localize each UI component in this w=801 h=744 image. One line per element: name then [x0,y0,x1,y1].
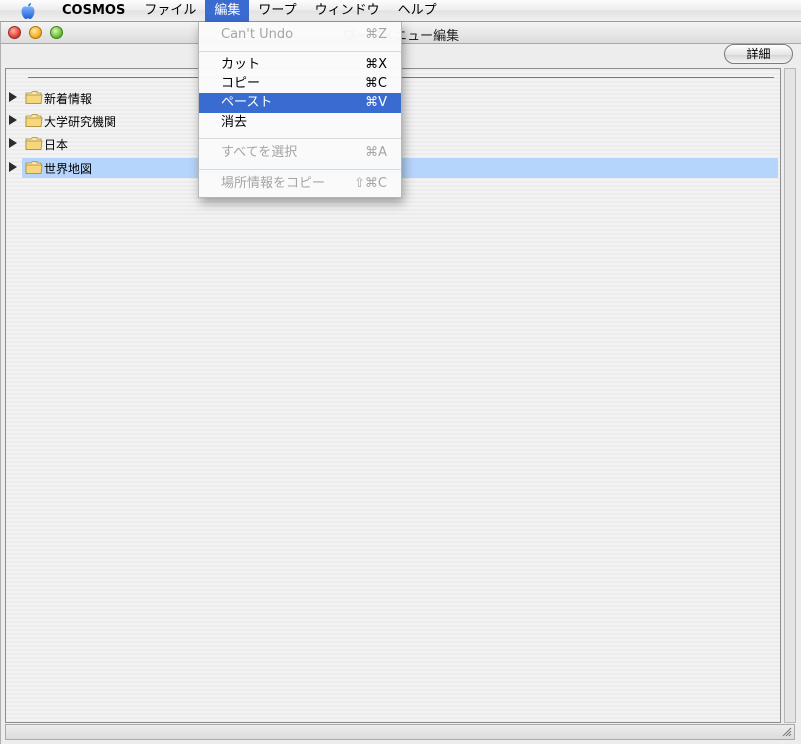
folder-icon [25,114,43,127]
menu-item-shortcut: ⌘A [365,145,387,160]
vertical-scrollbar[interactable] [784,68,796,723]
folder-icon [25,137,43,150]
menu-item-label: すべてを選択 [221,145,298,160]
horizontal-scrollbar[interactable] [5,724,795,740]
menu-file[interactable]: ファイル [135,0,205,22]
menu-item-label: Can't Undo [221,27,294,42]
menu-item-copy[interactable]: コピー ⌘C [199,74,401,94]
disclosure-triangle-icon[interactable] [9,115,17,125]
menu-item-shortcut: ⌘C [364,76,387,91]
tree-item-label: 日本 [44,138,69,152]
edit-menu-dropdown: Can't Undo ⌘Z カット ⌘X コピー ⌘C ペースト ⌘V 消去 す… [198,22,402,198]
menu-bar: COSMOS ファイル 編集 ワープ ウィンドウ ヘルプ [0,0,801,22]
menu-item-label: 消去 [221,115,248,130]
menu-warp[interactable]: ワープ [249,0,305,22]
menu-item-label: ペースト [221,95,273,110]
menu-item-label: コピー [221,76,261,91]
folder-icon [25,161,43,174]
menu-separator [199,169,401,170]
detail-button[interactable]: 詳細 [724,44,793,64]
menu-item-clear[interactable]: 消去 [199,113,401,133]
menu-help[interactable]: ヘルプ [389,0,446,22]
menu-item-label: 場所情報をコピー [221,176,326,191]
menu-window[interactable]: ウィンドウ [306,0,389,22]
menu-item-shortcut: ⌘Z [365,27,387,42]
disclosure-triangle-icon[interactable] [9,138,17,148]
folder-icon [25,91,43,104]
tree-item-label: 新着情報 [44,92,93,106]
menu-item-shortcut: ⌘V [365,95,387,110]
menu-item-shortcut: ⇧⌘C [354,176,387,191]
menu-item-shortcut: ⌘X [365,57,387,72]
disclosure-triangle-icon[interactable] [9,162,17,172]
menu-item-undo[interactable]: Can't Undo ⌘Z [199,25,401,45]
menu-item-paste[interactable]: ペースト ⌘V [199,93,401,113]
menu-item-cut[interactable]: カット ⌘X [199,55,401,75]
menu-edit[interactable]: 編集 [205,0,250,22]
resize-grip-icon[interactable] [780,725,792,737]
apple-icon[interactable] [18,1,38,21]
menu-app-name[interactable]: COSMOS [52,0,135,22]
tree-item-label: 世界地図 [44,162,93,176]
disclosure-triangle-icon[interactable] [9,92,17,102]
menu-item-select-all[interactable]: すべてを選択 ⌘A [199,143,401,163]
menu-item-copy-location[interactable]: 場所情報をコピー ⇧⌘C [199,174,401,194]
menu-separator [199,138,401,139]
menu-separator [199,51,401,52]
menu-item-label: カット [221,57,261,72]
tree-item-label: 大学研究機関 [44,115,117,129]
